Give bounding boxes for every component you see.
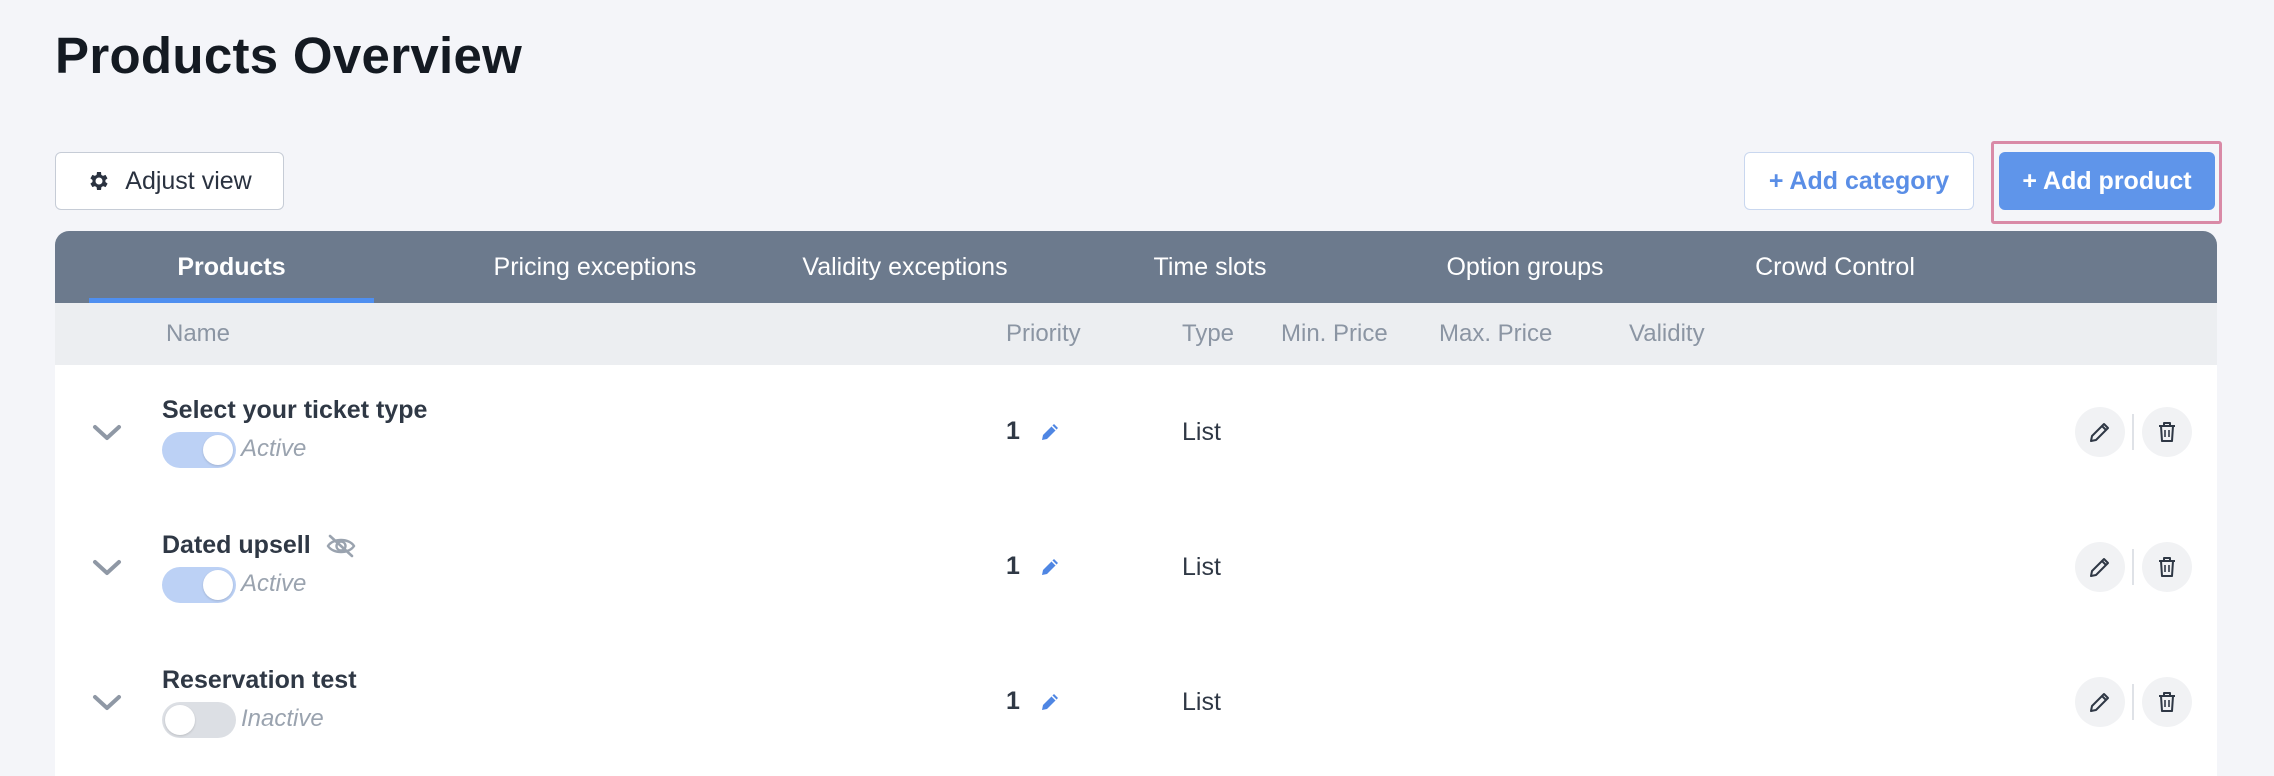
- trash-icon: [2159, 557, 2175, 577]
- tab-pricing-exceptions[interactable]: Pricing exceptions: [430, 231, 760, 303]
- column-header-priority: Priority: [1006, 320, 1081, 347]
- pencil-icon[interactable]: [1039, 556, 1061, 578]
- row-product-name: Reservation test: [162, 666, 357, 695]
- delete-button[interactable]: [2142, 677, 2192, 727]
- row-product-name: Select your ticket type: [162, 396, 427, 425]
- type-value: List: [1182, 418, 1221, 446]
- edit-button[interactable]: [2075, 407, 2125, 457]
- table-row[interactable]: Dated upsell Active 1 List: [55, 500, 2217, 635]
- add-category-button[interactable]: + Add category: [1744, 152, 1974, 210]
- status-text: Active: [241, 570, 307, 597]
- table-row[interactable]: Reservation test Inactive 1 List: [55, 635, 2217, 770]
- tab-crowd-control[interactable]: Crowd Control: [1685, 231, 1985, 303]
- tab-products[interactable]: Products: [89, 231, 374, 303]
- edit-button[interactable]: [2075, 542, 2125, 592]
- type-value: List: [1182, 688, 1221, 716]
- chevron-down-icon[interactable]: [91, 558, 123, 578]
- column-header-validity: Validity: [1629, 320, 1705, 347]
- trash-icon: [2159, 422, 2175, 442]
- column-header-type: Type: [1182, 320, 1235, 347]
- chevron-down-icon[interactable]: [91, 423, 123, 443]
- pencil-icon: [2090, 423, 2109, 442]
- gear-icon: [87, 169, 111, 193]
- toggle-knob: [203, 435, 233, 465]
- tab-time-slots[interactable]: Time slots: [1065, 231, 1355, 303]
- pencil-icon: [2090, 693, 2109, 712]
- row-product-name-text: Dated upsell: [162, 531, 311, 559]
- products-table: Products Pricing exceptions Validity exc…: [55, 231, 2217, 776]
- eye-slash-icon: [325, 533, 357, 559]
- column-header-max-price: Max. Price: [1439, 320, 1553, 347]
- type-value: List: [1182, 553, 1221, 581]
- row-product-name: Dated upsell: [162, 531, 357, 560]
- page-title: Products Overview: [55, 27, 523, 84]
- pencil-icon[interactable]: [1039, 691, 1061, 713]
- action-divider: [2132, 414, 2134, 450]
- tab-option-groups[interactable]: Option groups: [1355, 231, 1695, 303]
- action-divider: [2132, 549, 2134, 585]
- status-toggle[interactable]: [162, 702, 236, 738]
- table-row[interactable]: Select your ticket type Active 1 List: [55, 365, 2217, 500]
- trash-icon: [2159, 692, 2175, 712]
- status-toggle[interactable]: [162, 432, 236, 468]
- status-toggle[interactable]: [162, 567, 236, 603]
- column-header-min-price: Min. Price: [1281, 320, 1388, 347]
- add-product-button[interactable]: + Add product: [1999, 152, 2215, 210]
- priority-value: 1: [1006, 552, 1020, 580]
- edit-button[interactable]: [2075, 677, 2125, 727]
- table-header: Name Priority Type Min. Price Max. Price…: [55, 303, 2217, 365]
- priority-value: 1: [1006, 417, 1020, 445]
- action-divider: [2132, 684, 2134, 720]
- pencil-icon: [2090, 558, 2109, 577]
- chevron-down-icon[interactable]: [91, 693, 123, 713]
- delete-button[interactable]: [2142, 542, 2192, 592]
- column-header-name: Name: [166, 320, 231, 347]
- status-text: Inactive: [241, 705, 324, 732]
- toggle-knob: [165, 705, 195, 735]
- priority-value: 1: [1006, 687, 1020, 715]
- delete-button[interactable]: [2142, 407, 2192, 457]
- toggle-knob: [203, 570, 233, 600]
- pencil-icon[interactable]: [1039, 421, 1061, 443]
- status-text: Active: [241, 435, 307, 462]
- adjust-view-label: Adjust view: [125, 166, 252, 195]
- row-product-name-text: Reservation test: [162, 666, 357, 694]
- row-product-name-text: Select your ticket type: [162, 396, 428, 424]
- tabs-bar: Products Pricing exceptions Validity exc…: [55, 231, 2217, 303]
- tab-validity-exceptions[interactable]: Validity exceptions: [735, 231, 1075, 303]
- adjust-view-button[interactable]: Adjust view: [55, 152, 284, 210]
